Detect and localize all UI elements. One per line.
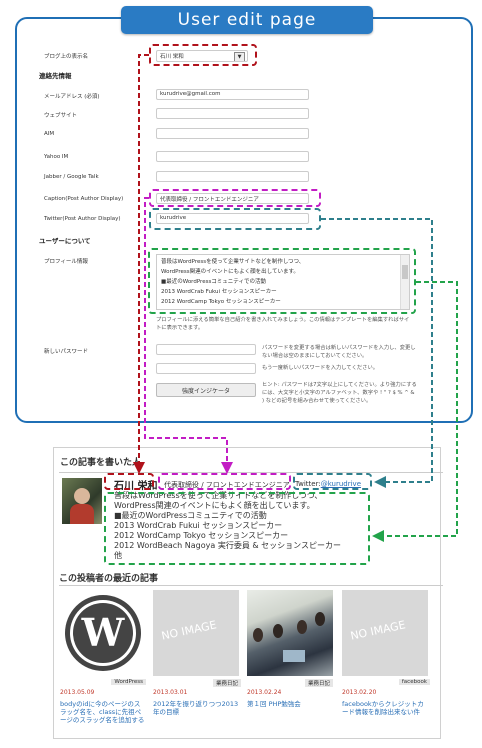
email-field[interactable]: kurudrive@gmail.com: [156, 89, 309, 100]
wordpress-logo-icon: W: [65, 595, 141, 671]
recent-posts-heading: この投稿者の最近の記事: [59, 574, 159, 584]
password-description: パスワードを変更する場合は新しいパスワードを入力し、変更しない場合は空のままにし…: [262, 345, 416, 359]
svg-text:W: W: [81, 610, 126, 655]
profile-description: プロフィールに添える簡単な自己紹介を書き入れてみましょう。この情報はテンプレート…: [156, 317, 410, 331]
post-meta: 2013.02.24 業務日記 第１回 PHP勉強会: [247, 679, 333, 708]
caption-highlight: [149, 189, 321, 207]
author-box-heading: この記事を書いた人: [60, 458, 142, 468]
post-item[interactable]: W: [60, 590, 146, 676]
jabber-label: Jabber / Google Talk: [44, 174, 99, 180]
password-label: 新しいパスワード: [44, 349, 89, 355]
avatar: [62, 478, 102, 524]
display-name-highlight: [149, 44, 257, 66]
post-title[interactable]: bodyのidに今のページのスラッグ名を、classに先祖ページのスラッグ名を追…: [60, 698, 146, 724]
post-date: 2013.05.09: [60, 689, 95, 696]
new-password-field[interactable]: [156, 344, 256, 355]
website-field[interactable]: [156, 108, 309, 119]
page-title: User edit page: [121, 6, 373, 34]
post-meta: 2013.02.20 facebook facebookからクレジットカード情報…: [342, 679, 430, 716]
author-caption-highlight: [158, 473, 291, 490]
yahoo-label: Yahoo IM: [44, 154, 69, 160]
twitter-handle-highlight: [293, 473, 372, 490]
post-title[interactable]: 2012年を振り返りつつ2013年の目標: [153, 698, 241, 716]
post-category[interactable]: 業務日記: [304, 679, 333, 687]
aim-label: AIM: [44, 131, 55, 137]
profile-label: プロフィール情報: [44, 259, 88, 265]
author-name-highlight: [104, 473, 154, 490]
twitter-highlight: [149, 208, 321, 230]
post-date: 2013.02.24: [247, 689, 282, 696]
post-category[interactable]: facebook: [398, 679, 430, 685]
post-meta: 2013.05.09 WordPress bodyのidに今のページのスラッグ名…: [60, 679, 146, 724]
post-item[interactable]: NO IMAGE: [153, 590, 239, 676]
confirm-password-description: もう一度新しいパスワードを入力してください。: [262, 365, 379, 371]
password-hint: ヒント: パスワードは7文字以上にしてください。より強力にするには、大文字と小文…: [262, 382, 417, 404]
post-thumbnail[interactable]: NO IMAGE: [153, 590, 239, 676]
divider: [59, 585, 443, 586]
post-category[interactable]: WordPress: [111, 679, 146, 685]
email-label: メールアドレス (必須): [44, 94, 100, 100]
profile-highlight: [148, 248, 416, 314]
post-date: 2013.03.01: [153, 689, 188, 696]
display-name-label: ブログ上の表示名: [44, 54, 89, 60]
no-image-text: NO IMAGE: [349, 618, 407, 643]
contact-section-heading: 連絡先情報: [39, 72, 72, 80]
author-bio-highlight: [104, 492, 370, 565]
post-meta: 2013.03.01 業務日記 2012年を振り返りつつ2013年の目標: [153, 679, 241, 716]
post-title[interactable]: 第１回 PHP勉強会: [247, 698, 333, 708]
post-category[interactable]: 業務日記: [212, 679, 241, 687]
about-section-heading: ユーザーについて: [39, 237, 91, 245]
caption-label: Caption(Post Author Display): [44, 196, 124, 202]
strength-indicator: 強度インジケータ: [156, 383, 256, 397]
twitter-label: Twitter(Post Author Display): [44, 216, 121, 222]
post-thumbnail[interactable]: W: [60, 590, 146, 676]
website-label: ウェブサイト: [44, 113, 78, 119]
post-thumbnail[interactable]: [247, 590, 333, 676]
post-date: 2013.02.20: [342, 689, 377, 696]
jabber-field[interactable]: [156, 171, 309, 182]
post-title[interactable]: facebookからクレジットカード情報を削除出来ない件: [342, 698, 430, 716]
no-image-text: NO IMAGE: [160, 618, 218, 643]
post-item[interactable]: [247, 590, 333, 676]
confirm-password-field[interactable]: [156, 363, 256, 374]
post-item[interactable]: NO IMAGE: [342, 590, 428, 676]
post-thumbnail[interactable]: NO IMAGE: [342, 590, 428, 676]
yahoo-field[interactable]: [156, 151, 309, 162]
aim-field[interactable]: [156, 128, 309, 139]
